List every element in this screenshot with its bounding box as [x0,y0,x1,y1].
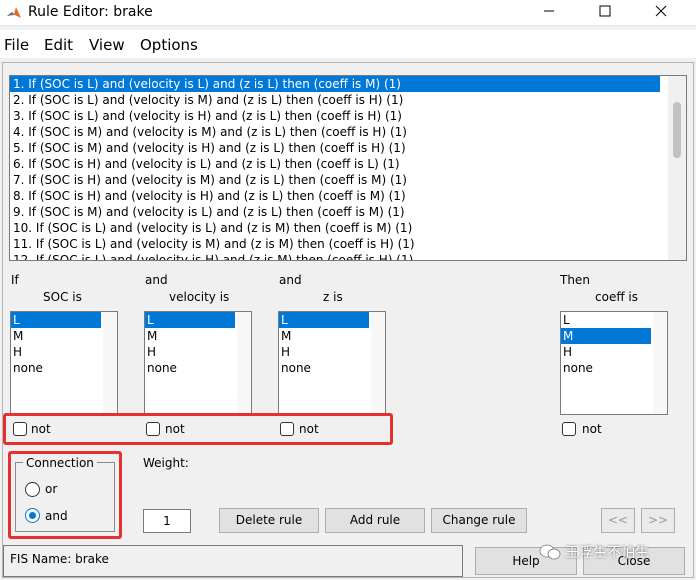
rule-item[interactable]: 12. If (SOC is L) and (velocity is H) an… [10,252,686,260]
rules-list[interactable]: 1. If (SOC is L) and (velocity is L) and… [9,75,687,261]
velocity-option[interactable]: L [145,312,235,328]
close-icon [655,5,667,17]
z-label: z is [323,290,343,304]
z-option[interactable]: none [279,360,385,376]
soc-option[interactable]: M [11,328,117,344]
z-listbox[interactable]: L M H none [278,311,386,415]
coeff-listbox[interactable]: L M H none [560,311,668,415]
velocity-scrollbar[interactable] [237,312,251,414]
or-radio[interactable] [25,482,40,497]
z-option[interactable]: H [279,344,385,360]
velocity-not-checkbox[interactable] [146,422,160,436]
z-not-label: not [299,422,319,436]
menu-file[interactable]: File [4,36,29,54]
maximize-icon [599,5,611,17]
window-title: Rule Editor: brake [28,4,153,20]
coeff-label: coeff is [595,290,638,304]
next-rule-button[interactable]: >> [641,508,675,533]
minimize-icon [544,10,554,12]
coeff-not-checkbox[interactable] [562,422,576,436]
soc-listbox[interactable]: L M H none [10,311,118,415]
connection-title: Connection [23,456,97,470]
matlab-logo-icon [7,7,21,18]
rule-item[interactable]: 10. If (SOC is L) and (velocity is L) an… [10,220,686,236]
z-not-checkbox[interactable] [280,422,294,436]
maximize-button[interactable] [582,0,628,26]
menu-edit[interactable]: Edit [44,36,73,54]
soc-option[interactable]: H [11,344,117,360]
rules-scrollbar-thumb[interactable] [673,102,681,158]
soc-not-label: not [31,422,51,436]
rule-item[interactable]: 4. If (SOC is M) and (velocity is M) and… [10,124,686,140]
rule-item[interactable]: 7. If (SOC is H) and (velocity is M) and… [10,172,686,188]
rule-item[interactable]: 5. If (SOC is M) and (velocity is H) and… [10,140,686,156]
add-rule-button[interactable]: Add rule [325,508,425,533]
if-label: If [11,273,19,287]
fis-name-status: FIS Name: brake [10,552,109,566]
soc-option[interactable]: L [11,312,101,328]
change-rule-button[interactable]: Change rule [431,508,527,533]
soc-scrollbar[interactable] [103,312,117,414]
highlight-box-not [3,413,393,445]
or-radio-label: or [45,482,58,496]
rule-item[interactable]: 2. If (SOC is L) and (velocity is M) and… [10,92,686,108]
rules-scrollbar[interactable] [668,76,686,260]
coeff-option[interactable]: H [561,344,667,360]
and-label: and [279,273,302,287]
soc-not-checkbox[interactable] [13,422,27,436]
rule-item[interactable]: 6. If (SOC is H) and (velocity is L) and… [10,156,686,172]
rule-editor-panel: 1. If (SOC is L) and (velocity is L) and… [2,62,694,578]
watermark: 王浮生不怕生 [539,541,689,565]
watermark-text: 王浮生不怕生 [565,545,649,561]
rule-item[interactable]: 3. If (SOC is L) and (velocity is H) and… [10,108,686,124]
close-window-button[interactable] [638,0,684,26]
weight-label: Weight: [143,456,189,470]
rule-item[interactable]: 9. If (SOC is M) and (velocity is L) and… [10,204,686,220]
velocity-option[interactable]: M [145,328,251,344]
z-scrollbar[interactable] [371,312,385,414]
and-label: and [145,273,168,287]
velocity-label: velocity is [169,290,230,304]
previous-rule-button[interactable]: << [601,508,635,533]
and-radio-label: and [45,509,68,523]
velocity-not-label: not [165,422,185,436]
z-option[interactable]: M [279,328,385,344]
coeff-scrollbar[interactable] [653,312,667,414]
rule-item[interactable]: 8. If (SOC is H) and (velocity is H) and… [10,188,686,204]
status-bar: FIS Name: brake [3,545,463,577]
and-radio[interactable] [25,508,40,523]
soc-option[interactable]: none [11,360,117,376]
soc-label: SOC is [43,290,82,304]
weight-input[interactable]: 1 [143,509,191,533]
wechat-logo-icon [539,544,561,560]
menu-view[interactable]: View [89,36,125,54]
coeff-option[interactable]: none [561,360,667,376]
velocity-listbox[interactable]: L M H none [144,311,252,415]
coeff-option[interactable]: M [561,328,651,344]
then-label: Then [560,273,590,287]
z-option[interactable]: L [279,312,369,328]
coeff-not-label: not [582,422,602,436]
title-bar: Rule Editor: brake [0,0,696,26]
minimize-button[interactable] [526,0,572,26]
menu-options[interactable]: Options [140,36,198,54]
velocity-option[interactable]: none [145,360,251,376]
menu-bar: File Edit View Options [0,30,696,58]
velocity-option[interactable]: H [145,344,251,360]
delete-rule-button[interactable]: Delete rule [219,508,319,533]
rule-item[interactable]: 11. If (SOC is L) and (velocity is M) an… [10,236,686,252]
coeff-option[interactable]: L [561,312,667,328]
rule-item[interactable]: 1. If (SOC is L) and (velocity is L) and… [10,76,660,92]
